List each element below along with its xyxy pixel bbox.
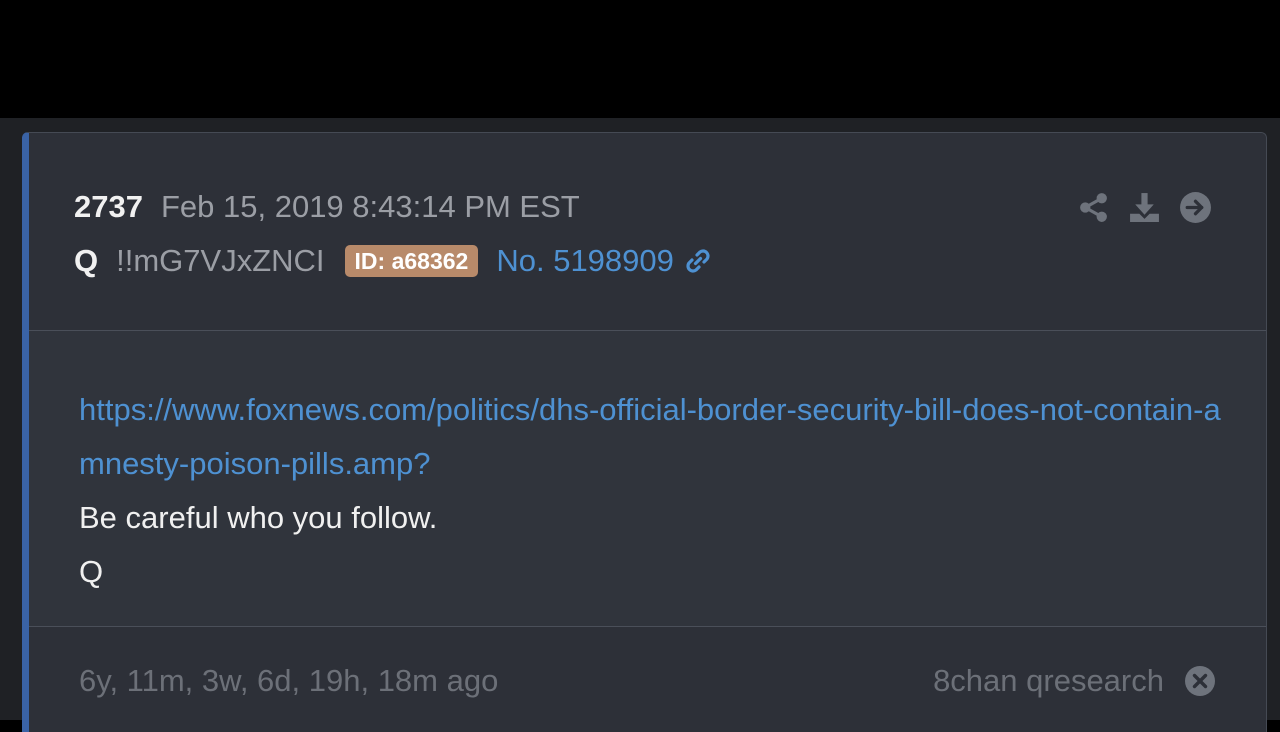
post-age: 6y, 11m, 3w, 6d, 19h, 18m ago <box>79 663 499 698</box>
post-action-icons <box>1077 191 1212 224</box>
post-number: 2737 <box>74 189 143 224</box>
post-body: https://www.foxnews.com/politics/dhs-off… <box>29 331 1266 627</box>
download-icon[interactable] <box>1128 191 1161 224</box>
post-author: Q <box>74 243 99 278</box>
post-tripcode: !!mG7VJxZNCI <box>116 243 325 278</box>
close-circle-icon[interactable] <box>1184 665 1216 697</box>
post-meta-row: 2737 Feb 15, 2019 8:43:14 PM EST <box>74 189 580 225</box>
share-icon[interactable] <box>1077 191 1110 224</box>
post-content: https://www.foxnews.com/politics/dhs-off… <box>79 383 1229 599</box>
arrow-right-circle-icon[interactable] <box>1179 191 1212 224</box>
post-number-link[interactable]: No. 5198909 <box>496 243 674 279</box>
link-chain-icon[interactable] <box>682 245 714 277</box>
post-timestamp: Feb 15, 2019 8:43:14 PM EST <box>160 189 580 224</box>
post-card: 2737 Feb 15, 2019 8:43:14 PM EST Q !!mG7… <box>22 132 1267 732</box>
post-author-row: Q !!mG7VJxZNCI ID: a68362 No. 5198909 <box>74 243 714 279</box>
post-url-link[interactable]: https://www.foxnews.com/politics/dhs-off… <box>79 383 1229 491</box>
post-signature: Q <box>79 554 104 589</box>
post-footer: 6y, 11m, 3w, 6d, 19h, 18m ago 8chan qres… <box>29 627 1266 732</box>
post-source: 8chan qresearch <box>933 663 1164 698</box>
top-black-bar <box>0 0 1280 118</box>
post-text-line: Be careful who you follow. <box>79 500 438 535</box>
post-header: 2737 Feb 15, 2019 8:43:14 PM EST Q !!mG7… <box>29 133 1266 331</box>
id-badge: ID: a68362 <box>344 245 479 277</box>
